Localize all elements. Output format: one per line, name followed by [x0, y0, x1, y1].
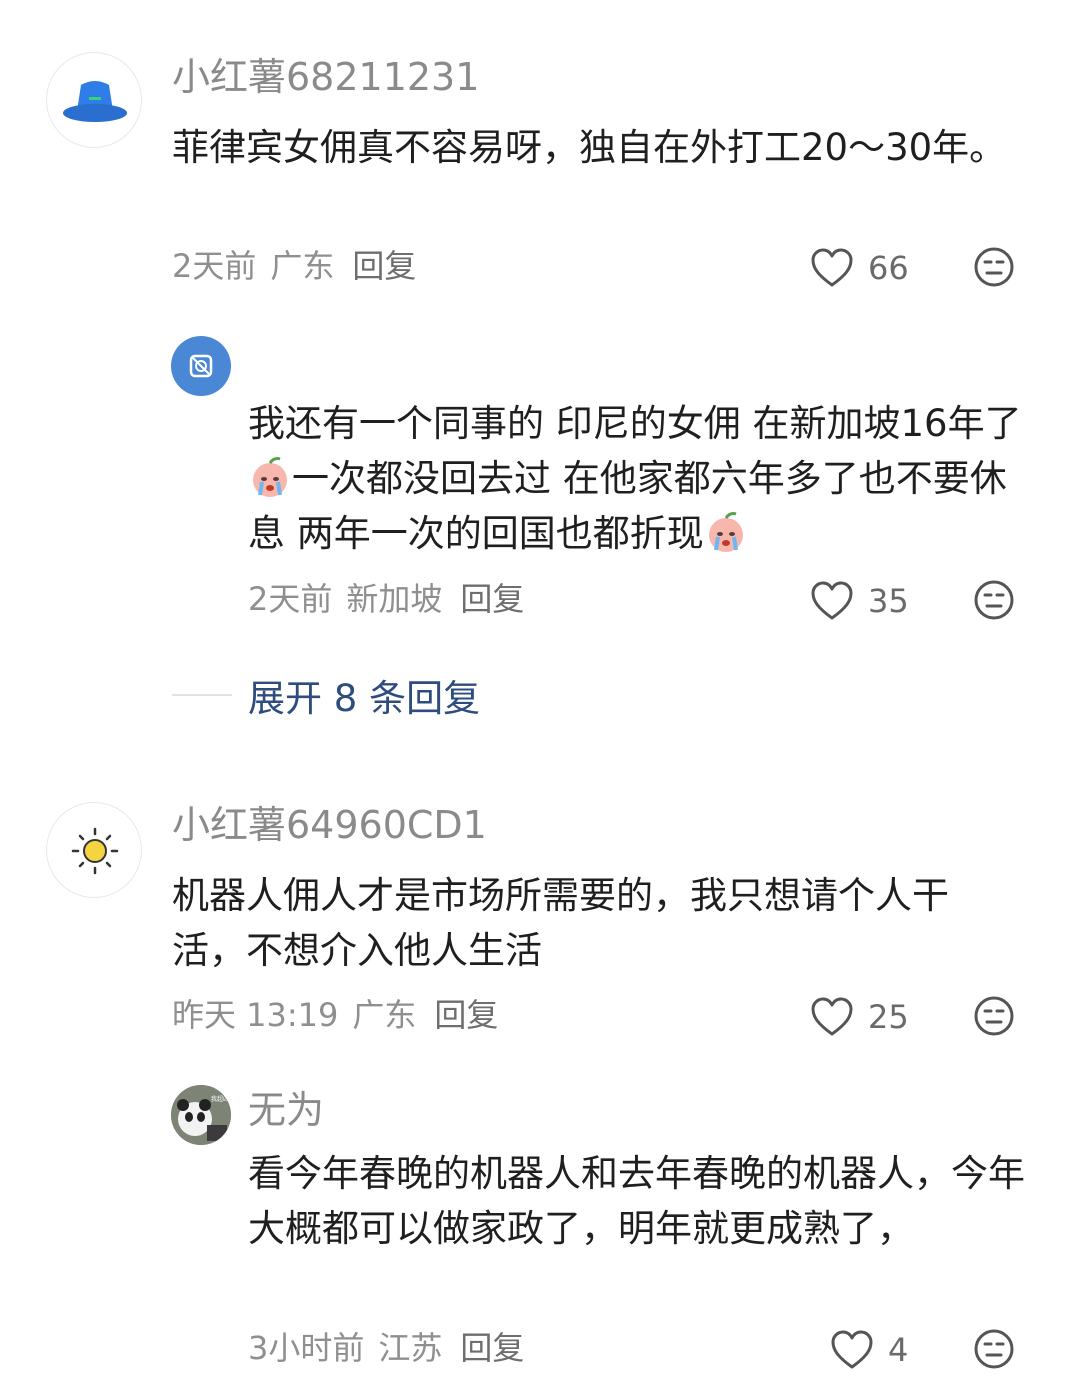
panda-avatar-icon: 我超凶的	[171, 1085, 231, 1145]
reply-meta: 3小时前 江苏 回复	[248, 1328, 538, 1368]
like-count: 66	[868, 249, 909, 287]
expand-replies-button[interactable]: 展开 8 条回复	[172, 668, 480, 722]
reply-button[interactable]: 回复	[460, 1329, 524, 1367]
comment-location: 广东	[270, 247, 335, 285]
avatar[interactable]	[46, 802, 142, 898]
avatar[interactable]: 我超凶的	[171, 1085, 231, 1145]
neutral-face-icon[interactable]	[973, 995, 1015, 1037]
comment-username[interactable]: 小红薯68211231	[172, 54, 479, 100]
heart-outline-icon	[811, 248, 853, 287]
reply-text[interactable]: 看今年春晚的机器人和去年春晚的机器人，今年大概都可以做家政了，明年就更成熟了，	[248, 1146, 1028, 1256]
heart-outline-icon	[811, 997, 853, 1036]
reply-time: 3小时前	[248, 1329, 365, 1367]
like-button[interactable]: 35	[810, 579, 909, 623]
bucket-hat-icon	[63, 81, 127, 122]
avatar[interactable]	[171, 336, 231, 396]
neutral-face-icon[interactable]	[973, 579, 1015, 621]
divider	[172, 694, 232, 696]
reply-location: 江苏	[378, 1329, 443, 1367]
comment-meta: 昨天 13:19 广东 回复	[172, 995, 512, 1035]
comment-time: 昨天 13:19	[172, 996, 339, 1034]
like-count: 4	[888, 1331, 909, 1369]
like-count: 25	[868, 998, 909, 1036]
crying-peach-emoji	[253, 457, 287, 497]
sun-icon	[71, 827, 119, 875]
reply-time: 2天前	[248, 580, 333, 618]
heart-outline-icon	[811, 581, 853, 620]
reply-username[interactable]: 无为	[248, 1087, 324, 1133]
expand-replies-label: 展开 8 条回复	[248, 677, 481, 720]
reply-button[interactable]: 回复	[434, 996, 498, 1034]
comment-time: 2天前	[172, 247, 257, 285]
reply-text-part: 我还有一个同事的 印尼的女佣 在新加坡16年了	[248, 402, 1022, 445]
comment-text[interactable]: 菲律宾女佣真不容易呀，独自在外打工20～30年。	[172, 120, 1022, 175]
neutral-face-icon[interactable]	[973, 246, 1015, 288]
reply-button[interactable]: 回复	[352, 247, 416, 285]
default-avatar-icon	[189, 354, 213, 378]
like-button[interactable]: 25	[810, 995, 909, 1039]
reply-button[interactable]: 回复	[460, 580, 524, 618]
comment-text[interactable]: 机器人佣人才是市场所需要的，我只想请个人干活，不想介入他人生活	[172, 868, 1022, 978]
like-button[interactable]: 66	[810, 246, 909, 290]
heart-outline-icon	[831, 1330, 873, 1369]
reply-location: 新加坡	[346, 580, 443, 618]
like-button[interactable]: 4	[830, 1328, 908, 1372]
comment-meta: 2天前 广东 回复	[172, 246, 430, 286]
comment-location: 广东	[352, 996, 417, 1034]
reply-meta: 2天前 新加坡 回复	[248, 579, 538, 619]
like-count: 35	[868, 582, 909, 620]
avatar-caption: 我超凶的	[211, 1095, 231, 1103]
reply-text[interactable]: 我还有一个同事的 印尼的女佣 在新加坡16年了 一次都没回去过 在他家都六年多了…	[248, 396, 1038, 561]
comment-username[interactable]: 小红薯64960CD1	[172, 802, 487, 848]
avatar[interactable]	[46, 52, 142, 148]
crying-peach-emoji	[708, 512, 743, 552]
reply-text-part: 一次都没回去过 在他家都六年多了也不要休息 两年一次的回国也都折现	[248, 457, 1007, 555]
neutral-face-icon[interactable]	[973, 1328, 1015, 1370]
